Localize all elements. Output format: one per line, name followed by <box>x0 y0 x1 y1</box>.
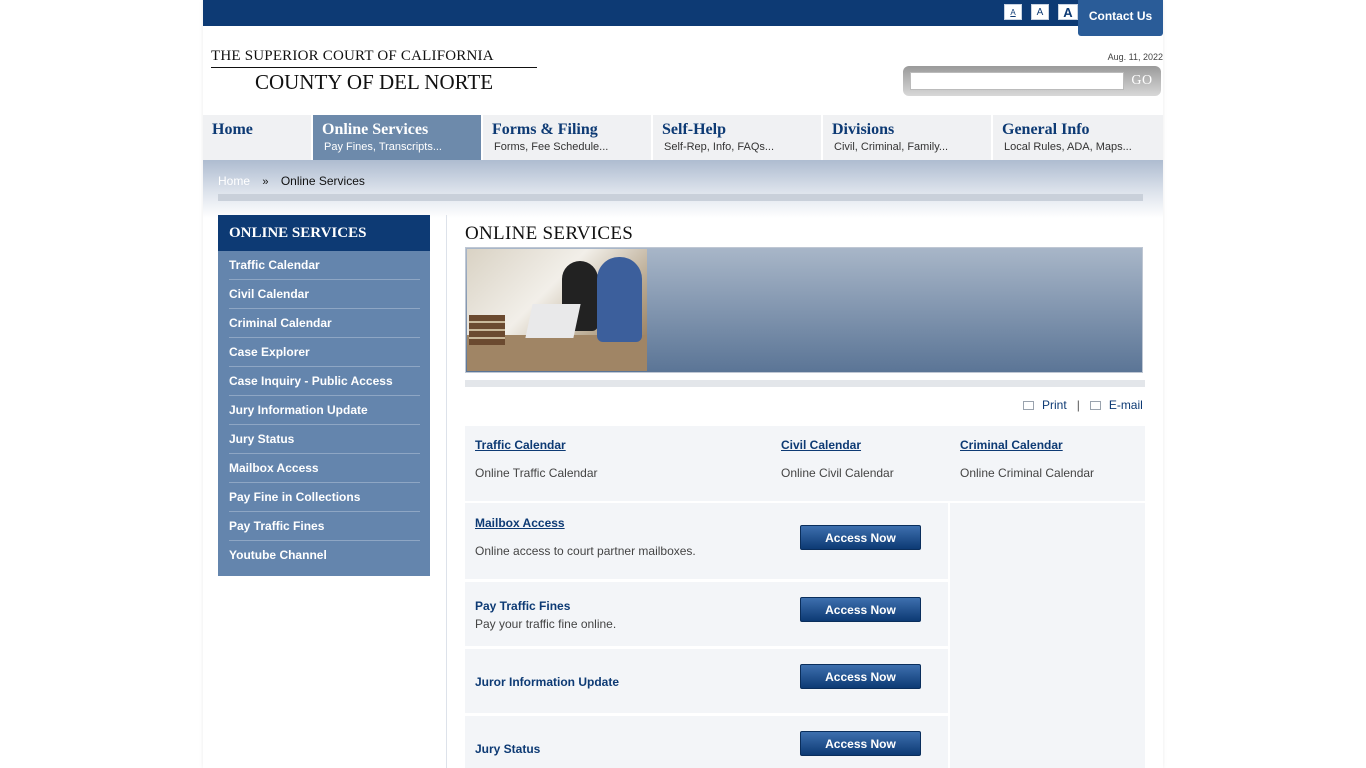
breadcrumb: Home » Online Services <box>218 174 365 188</box>
divider <box>218 194 1143 201</box>
logo-line-2: COUNTY OF DEL NORTE <box>254 70 494 94</box>
page: A A A Contact Us THE SUPERIOR COURT OF C… <box>203 0 1163 768</box>
nav-tab-title: General Info <box>1002 121 1090 138</box>
nav-tab-subtitle: Local Rules, ADA, Maps... <box>1004 141 1132 153</box>
logo-line-1: THE SUPERIOR COURT OF CALIFORNIA <box>211 48 537 68</box>
photo-books <box>469 315 505 345</box>
criminal-calendar-desc: Online Criminal Calendar <box>960 466 1095 480</box>
nav-tab-title: Divisions <box>832 121 895 138</box>
page-title: ONLINE SERVICES <box>465 223 634 244</box>
access-now-button-juror-update[interactable]: Access Now <box>800 664 921 689</box>
sidebar-item-youtube-channel[interactable]: Youtube Channel <box>229 541 420 569</box>
divider <box>465 380 1145 387</box>
breadcrumb-current: Online Services <box>280 174 365 188</box>
sidebar-item-civil-calendar[interactable]: Civil Calendar <box>229 280 420 309</box>
search-input[interactable] <box>910 72 1124 90</box>
nav-tab-self-help[interactable]: Self-Help Self-Rep, Info, FAQs... <box>653 115 823 160</box>
pay-traffic-fines-desc: Pay your traffic fine online. <box>475 617 617 631</box>
font-size-small-button[interactable]: A <box>1004 4 1022 20</box>
sidebar-item-case-explorer[interactable]: Case Explorer <box>229 338 420 367</box>
traffic-calendar-desc: Online Traffic Calendar <box>475 466 598 480</box>
mailbox-access-desc: Online access to court partner mailboxes… <box>475 544 696 558</box>
sidebar-item-jury-status[interactable]: Jury Status <box>229 425 420 454</box>
photo-person <box>597 257 642 342</box>
nav-tab-title: Forms & Filing <box>492 121 598 138</box>
sidebar-item-pay-fine-collections[interactable]: Pay Fine in Collections <box>229 483 420 512</box>
banner-image <box>465 247 1143 373</box>
envelope-icon <box>1089 401 1101 411</box>
civil-calendar-link[interactable]: Civil Calendar <box>781 438 861 452</box>
nav-tab-title: Online Services <box>322 121 429 138</box>
juror-information-update-title: Juror Information Update <box>475 675 620 689</box>
nav-tab-title: Self-Help <box>662 121 726 138</box>
font-size-medium-button[interactable]: A <box>1031 4 1049 20</box>
jury-status-title: Jury Status <box>475 742 541 756</box>
contact-us-button[interactable]: Contact Us <box>1078 0 1163 36</box>
main-nav: Home Online Services Pay Fines, Transcri… <box>203 115 1163 160</box>
nav-tab-subtitle: Civil, Criminal, Family... <box>834 141 949 153</box>
court-logo[interactable]: THE SUPERIOR COURT OF CALIFORNIA COUNTY … <box>211 48 537 95</box>
breadcrumb-home-link[interactable]: Home <box>218 174 250 188</box>
sidebar-item-traffic-calendar[interactable]: Traffic Calendar <box>229 251 420 280</box>
font-size-large-button[interactable]: A <box>1058 4 1078 20</box>
breadcrumb-band: Home » Online Services <box>203 160 1163 218</box>
nav-tab-home[interactable]: Home <box>203 115 313 160</box>
sidebar-item-jury-information-update[interactable]: Jury Information Update <box>229 396 420 425</box>
nav-tab-general-info[interactable]: General Info Local Rules, ADA, Maps... <box>993 115 1163 160</box>
mailbox-access-link[interactable]: Mailbox Access <box>475 516 565 530</box>
nav-tab-subtitle: Pay Fines, Transcripts... <box>324 141 442 153</box>
sidebar-list: Traffic Calendar Civil Calendar Criminal… <box>218 251 430 569</box>
email-link[interactable]: E-mail <box>1109 398 1143 412</box>
top-bar: A A A <box>203 0 1163 26</box>
page-tools: Print | E-mail <box>1023 398 1143 412</box>
sidebar-item-criminal-calendar[interactable]: Criminal Calendar <box>229 309 420 338</box>
sidebar-item-case-inquiry[interactable]: Case Inquiry - Public Access <box>229 367 420 396</box>
empty-column <box>950 503 1145 768</box>
breadcrumb-separator: » <box>262 176 269 188</box>
column-divider <box>446 215 447 768</box>
current-date: Aug. 11, 2022 <box>1107 52 1163 62</box>
printer-icon <box>1023 401 1034 411</box>
access-now-button-traffic-fines[interactable]: Access Now <box>800 597 921 622</box>
print-link[interactable]: Print <box>1042 398 1067 412</box>
nav-tab-subtitle: Self-Rep, Info, FAQs... <box>664 141 775 153</box>
nav-tab-divisions[interactable]: Divisions Civil, Criminal, Family... <box>823 115 993 160</box>
sidebar: ONLINE SERVICES Traffic Calendar Civil C… <box>218 215 430 576</box>
nav-tab-subtitle: Forms, Fee Schedule... <box>494 141 609 153</box>
search-box: GO <box>903 66 1161 96</box>
pay-traffic-fines-title: Pay Traffic Fines <box>475 599 571 613</box>
tools-separator: | <box>1076 398 1080 412</box>
sidebar-item-pay-traffic-fines[interactable]: Pay Traffic Fines <box>229 512 420 541</box>
photo-laptop <box>525 304 581 338</box>
search-go-button[interactable]: GO <box>1125 71 1159 91</box>
criminal-calendar-link[interactable]: Criminal Calendar <box>960 438 1063 452</box>
sidebar-item-mailbox-access[interactable]: Mailbox Access <box>229 454 420 483</box>
nav-tab-title: Home <box>212 121 253 138</box>
access-now-button-jury-status[interactable]: Access Now <box>800 731 921 756</box>
access-now-button-mailbox[interactable]: Access Now <box>800 525 921 550</box>
banner-photo <box>467 249 647 371</box>
civil-calendar-desc: Online Civil Calendar <box>781 466 894 480</box>
traffic-calendar-link[interactable]: Traffic Calendar <box>475 438 566 452</box>
sidebar-heading: ONLINE SERVICES <box>218 215 430 251</box>
nav-tab-forms-filing[interactable]: Forms & Filing Forms, Fee Schedule... <box>483 115 653 160</box>
nav-tab-online-services[interactable]: Online Services Pay Fines, Transcripts..… <box>313 115 483 160</box>
